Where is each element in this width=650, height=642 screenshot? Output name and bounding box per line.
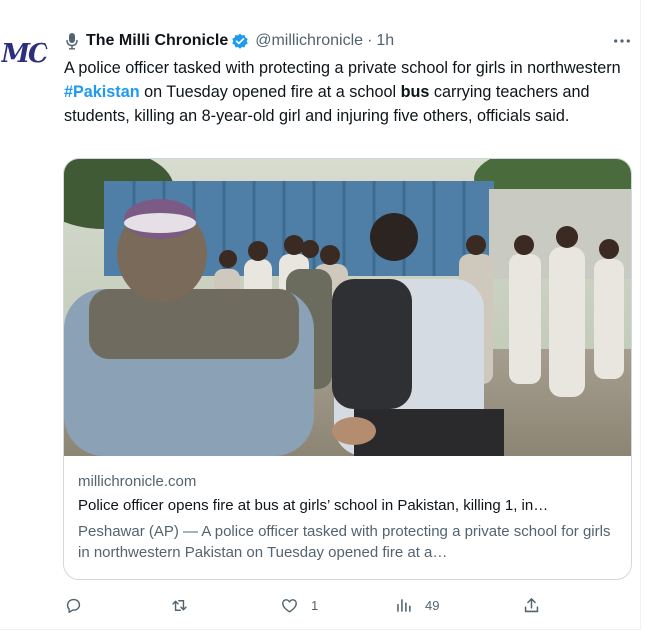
avatar[interactable]: MC (0, 30, 48, 78)
views-count: 49 (425, 597, 440, 613)
more-icon[interactable] (611, 32, 633, 50)
retweet-button[interactable] (170, 594, 201, 616)
microphone-icon (64, 32, 80, 50)
author-name[interactable]: The Milli Chronicle (86, 32, 228, 50)
share-button[interactable] (522, 594, 541, 616)
hashtag-link[interactable]: #Pakistan (64, 83, 140, 101)
share-icon (524, 597, 539, 612)
link-preview-card[interactable]: millichronicle.com Police officer opens … (63, 158, 632, 580)
reply-button[interactable] (64, 594, 95, 616)
card-title: Police officer opens fire at bus at girl… (78, 497, 549, 514)
verified-badge-icon[interactable] (231, 32, 249, 50)
views-icon (397, 598, 411, 612)
tweet-text-part: on Tuesday opened fire at a school (139, 83, 401, 101)
tweet-container[interactable]: MC The Milli Chronicle @millichronicle ·… (0, 0, 641, 630)
author-handle[interactable]: @millichronicle (255, 32, 363, 50)
tweet-timestamp[interactable]: 1h (376, 32, 394, 50)
like-icon (282, 598, 297, 613)
tweet-text: A police officer tasked with protecting … (64, 56, 630, 128)
reply-icon (66, 598, 81, 613)
retweet-icon (172, 599, 187, 611)
card-image[interactable] (64, 159, 631, 456)
tweet-header: The Milli Chronicle @millichronicle · 1h (64, 30, 394, 52)
separator-dot: · (367, 32, 373, 49)
tweet-text-bold: bus (400, 83, 430, 101)
avatar-logo-text: MC (1, 39, 48, 69)
card-description: Peshawar (AP) — A police officer tasked … (78, 523, 611, 561)
action-bar: 1 49 (64, 594, 630, 616)
like-count: 1 (311, 597, 319, 613)
card-domain: millichronicle.com (78, 473, 197, 490)
views-button[interactable]: 49 (394, 594, 439, 616)
tweet-text-part: A police officer tasked with protecting … (64, 59, 621, 77)
like-button[interactable]: 1 (280, 594, 318, 616)
